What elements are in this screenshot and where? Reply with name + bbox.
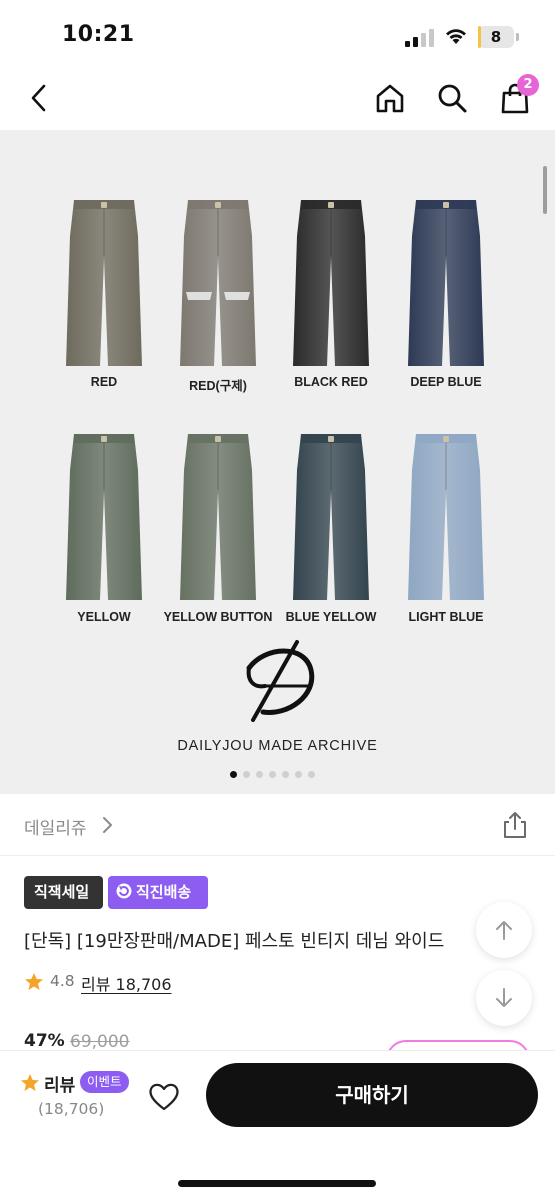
jeans-image — [66, 434, 142, 600]
chevron-left-icon — [31, 84, 46, 112]
carousel-dot[interactable] — [295, 771, 302, 778]
scrollbar-thumb — [543, 166, 547, 214]
back-button[interactable] — [20, 78, 60, 118]
cart-button[interactable]: 2 — [495, 74, 539, 118]
battery-nub — [516, 33, 519, 41]
original-price: 69,000 — [70, 1032, 130, 1052]
heart-icon — [149, 1083, 179, 1111]
direct-sale-tag: 직잭세일 — [24, 876, 103, 909]
variant-label: BLUE YELLOW — [285, 610, 377, 624]
wifi-icon — [443, 25, 469, 47]
star-icon — [21, 1074, 39, 1091]
carousel-dot[interactable] — [308, 771, 315, 778]
variant-label: RED(구제) — [189, 379, 247, 393]
carousel-dot[interactable] — [256, 771, 263, 778]
variant-label: YELLOW — [77, 610, 131, 624]
arrow-up-icon — [496, 921, 512, 940]
battery-percent: 8 — [490, 28, 502, 46]
event-badge: 이벤트 — [80, 1071, 129, 1093]
carousel-dot[interactable] — [269, 771, 276, 778]
wishlist-button[interactable] — [146, 1079, 182, 1115]
brand-row: 데일리쥬 — [0, 794, 555, 856]
direct-shipping-tag: 직진배송 — [108, 876, 208, 909]
brand-caption: DAILYJOU MADE ARCHIVE — [177, 738, 378, 754]
cellular-signal-icon — [405, 29, 435, 47]
jeans-image — [408, 200, 484, 366]
carousel-dot[interactable] — [282, 771, 289, 778]
cart-count-badge: 2 — [517, 74, 539, 96]
status-bar: 10:21 8 — [0, 0, 555, 66]
jeans-image — [293, 200, 369, 366]
product-image-carousel[interactable]: RED RED(구제) BLACK RED DEEP BLUE YELLOW YELLOW… — [0, 130, 555, 794]
discount-rate: 47% — [24, 1031, 65, 1051]
refresh-arrow-icon — [116, 883, 132, 899]
variant-label: RED — [90, 375, 118, 389]
variant-label: YELLOW BUTTON — [163, 610, 273, 624]
variant-label: BLACK RED — [294, 375, 368, 389]
review-label[interactable]: 리뷰 — [44, 1071, 75, 1096]
variant-label: DEEP BLUE — [410, 375, 482, 389]
battery-icon: 8 — [478, 26, 514, 48]
review-count: (18,706) — [38, 1100, 105, 1118]
direct-shipping-label: 직진배송 — [136, 883, 192, 901]
jeans-image — [180, 200, 256, 366]
brand-logo — [246, 640, 315, 722]
product-title: [단독] [19만장판매/MADE] 페스토 빈티지 데님 와이드 — [24, 931, 445, 952]
chevron-right-icon — [103, 817, 112, 833]
variant-label: LIGHT BLUE — [408, 610, 484, 624]
share-button[interactable] — [500, 810, 530, 840]
review-link[interactable]: 리뷰 18,706 — [81, 971, 211, 995]
scroll-to-top-button[interactable] — [476, 902, 532, 958]
scroll-to-bottom-button[interactable] — [476, 970, 532, 1026]
rating-value: 4.8 — [50, 972, 75, 990]
jeans-image — [408, 434, 484, 600]
search-button[interactable] — [432, 78, 472, 118]
home-indicator — [178, 1180, 376, 1187]
home-icon — [376, 84, 404, 113]
brand-link[interactable]: 데일리쥬 — [24, 814, 87, 839]
star-icon — [25, 973, 43, 990]
buy-button[interactable]: 구매하기 — [206, 1063, 538, 1127]
top-nav-bar: 2 — [0, 66, 555, 130]
carousel-dot[interactable] — [243, 771, 250, 778]
jeans-image — [293, 434, 369, 600]
jeans-image — [180, 434, 256, 600]
arrow-down-icon — [496, 988, 512, 1007]
jeans-image — [66, 200, 142, 366]
carousel-dot[interactable] — [230, 771, 237, 778]
status-time: 10:21 — [62, 22, 135, 47]
bottom-action-bar: 리뷰 이벤트 (18,706) 구매하기 — [0, 1050, 555, 1200]
home-button[interactable] — [370, 78, 410, 118]
search-icon — [438, 84, 467, 113]
share-icon — [504, 812, 526, 838]
